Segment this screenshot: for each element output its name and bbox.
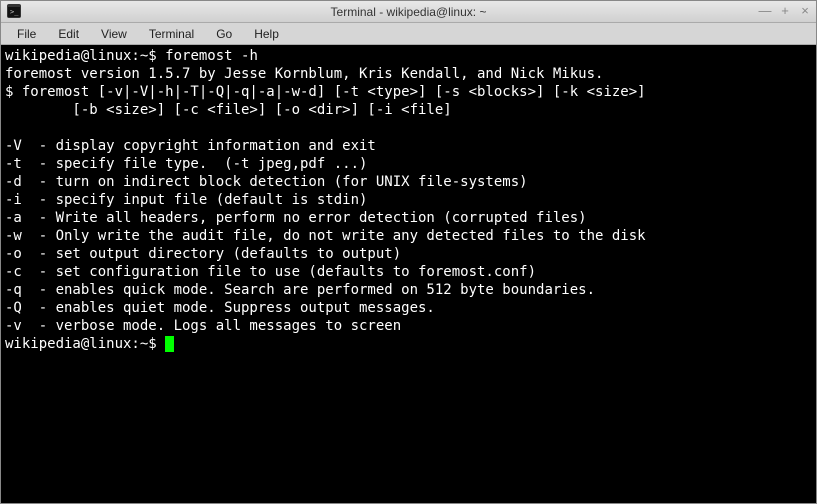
- output-line: -Q - enables quiet mode. Suppress output…: [5, 300, 435, 316]
- command-text: foremost -h: [165, 48, 258, 64]
- titlebar: >_ Terminal - wikipedia@linux: ~ — + ×: [1, 1, 816, 23]
- output-line: -d - turn on indirect block detection (f…: [5, 174, 528, 190]
- output-line: foremost version 1.5.7 by Jesse Kornblum…: [5, 66, 603, 82]
- terminal-body[interactable]: wikipedia@linux:~$ foremost -h foremost …: [1, 45, 816, 503]
- shell-prompt: wikipedia@linux:~$: [5, 336, 165, 352]
- output-line: -V - display copyright information and e…: [5, 138, 376, 154]
- menu-go[interactable]: Go: [206, 25, 242, 43]
- output-line: -a - Write all headers, perform no error…: [5, 210, 587, 226]
- shell-prompt: wikipedia@linux:~$: [5, 48, 165, 64]
- menubar: File Edit View Terminal Go Help: [1, 23, 816, 45]
- menu-view[interactable]: View: [91, 25, 137, 43]
- cursor-block: [165, 336, 174, 352]
- svg-text:>_: >_: [10, 8, 19, 16]
- menu-file[interactable]: File: [7, 25, 46, 43]
- maximize-button[interactable]: +: [778, 3, 792, 17]
- menu-edit[interactable]: Edit: [48, 25, 89, 43]
- close-button[interactable]: ×: [798, 3, 812, 17]
- menu-help[interactable]: Help: [244, 25, 289, 43]
- output-line: -v - verbose mode. Logs all messages to …: [5, 318, 401, 334]
- output-line: $ foremost [-v|-V|-h|-T|-Q|-q|-a|-w-d] […: [5, 84, 646, 100]
- output-line: -q - enables quick mode. Search are perf…: [5, 282, 595, 298]
- window-title: Terminal - wikipedia@linux: ~: [331, 5, 487, 19]
- output-line: -w - Only write the audit file, do not w…: [5, 228, 646, 244]
- window-controls: — + ×: [758, 3, 812, 17]
- minimize-button[interactable]: —: [758, 3, 772, 17]
- output-line: [-b <size>] [-c <file>] [-o <dir>] [-i <…: [5, 102, 452, 118]
- terminal-app-icon: >_: [7, 4, 21, 18]
- output-line: -c - set configuration file to use (defa…: [5, 264, 536, 280]
- menu-terminal[interactable]: Terminal: [139, 25, 204, 43]
- output-line: -i - specify input file (default is stdi…: [5, 192, 367, 208]
- output-line: -t - specify file type. (-t jpeg,pdf ...…: [5, 156, 367, 172]
- output-line: -o - set output directory (defaults to o…: [5, 246, 401, 262]
